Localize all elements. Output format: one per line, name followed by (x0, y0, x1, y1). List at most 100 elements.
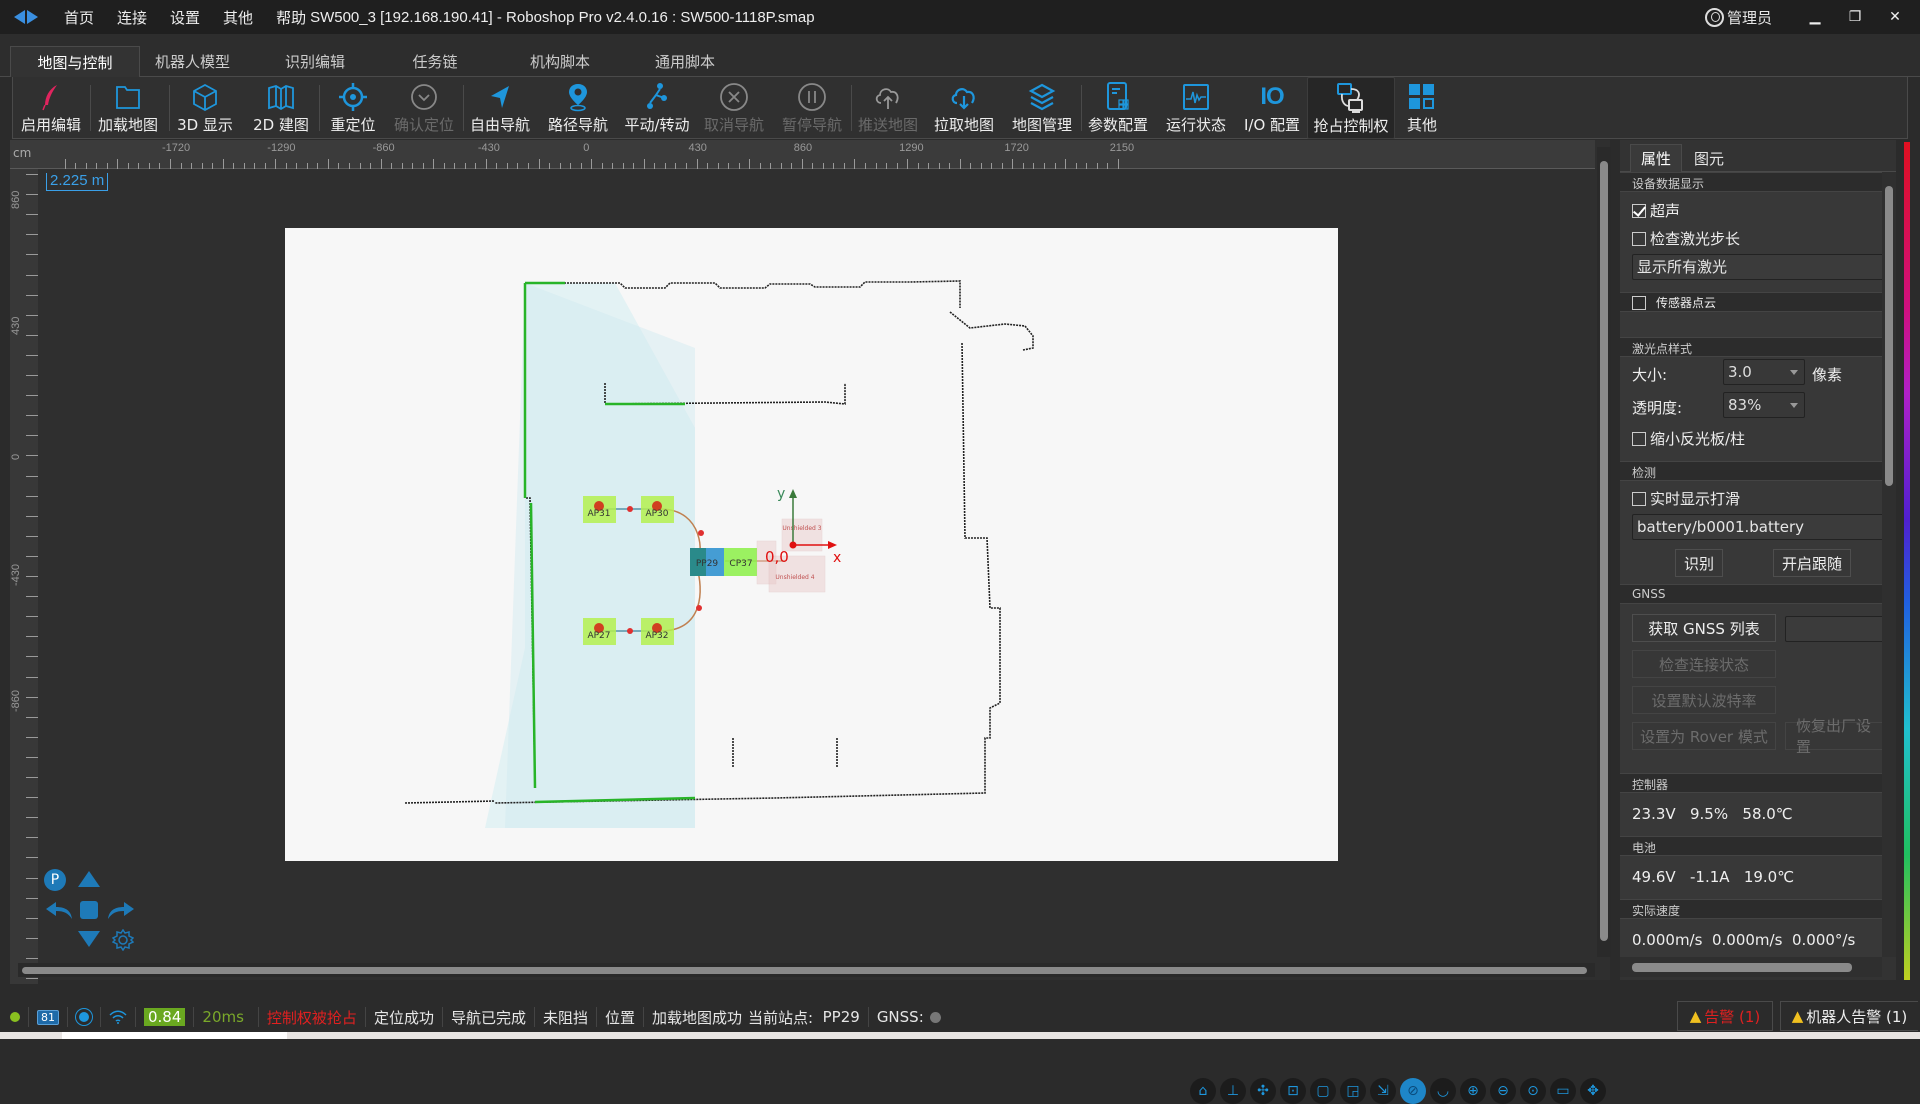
take-control-button[interactable]: 抢占控制权 (1307, 77, 1395, 139)
ruler-tick (26, 395, 38, 397)
user-menu[interactable]: 管理员 (1704, 7, 1772, 28)
map-view[interactable]: cm -1720 -1290 -860 -430 0 430 860 1290 1720 2150… (10, 140, 1610, 1104)
cancel-navigation-button[interactable]: 取消导航 (701, 77, 767, 139)
run-status-button[interactable]: 运行状态 (1163, 77, 1229, 139)
ruler-tick (780, 163, 782, 169)
gnss-list-select[interactable] (1785, 616, 1882, 642)
export-button[interactable]: ⇲ (1370, 1078, 1396, 1104)
ruler-tick (728, 163, 730, 169)
tab-elements[interactable]: 图元 (1686, 144, 1732, 172)
ruler-tick (528, 163, 530, 169)
tab-properties[interactable]: 属性 (1630, 144, 1682, 172)
cast-button[interactable]: ◲ (1340, 1078, 1366, 1104)
factory-reset-button[interactable]: 恢复出厂设置 (1785, 717, 1882, 756)
ruler-tick (496, 163, 498, 169)
3d-display-button[interactable]: 3D 显示 (173, 77, 237, 139)
fit-center-button[interactable]: ✣ (1250, 1078, 1276, 1104)
load-map-button[interactable]: 加载地图 (96, 77, 160, 139)
axes-3d-button[interactable]: ⊥ (1220, 1078, 1246, 1104)
tab-robot-model[interactable]: 机器人模型 (140, 46, 245, 77)
robot-alarm-button[interactable]: ▲ 机器人告警 (1) (1780, 1001, 1918, 1031)
zoom-out-button[interactable]: ⊖ (1490, 1078, 1516, 1104)
map-vertical-scrollbar[interactable] (1597, 147, 1611, 957)
laser-step-checkbox[interactable]: 检查激光步长 (1632, 228, 1740, 249)
map-horizontal-scrollbar[interactable] (18, 963, 1595, 977)
tab-general-script[interactable]: 通用脚本 (635, 46, 735, 77)
sensor-cloud-checkbox[interactable]: 传感器点云 (1632, 294, 1716, 311)
map-canvas[interactable]: AP31 AP30 AP27 AP32 PP29 CP37 Unshielded… (285, 228, 1338, 861)
map-management-button[interactable]: 地图管理 (1009, 77, 1075, 139)
ruler-button[interactable]: ▭ (1550, 1078, 1576, 1104)
realtime-slip-checkbox[interactable]: 实时显示打滑 (1632, 488, 1740, 509)
panel-vertical-scrollbar[interactable] (1882, 172, 1896, 957)
gear-icon[interactable] (112, 929, 134, 951)
move-button[interactable]: ✥ (1580, 1078, 1606, 1104)
station-AP32[interactable]: AP32 (641, 618, 674, 645)
station-CP37[interactable]: CP37 (724, 548, 757, 576)
sync-indicator[interactable] (76, 1007, 101, 1027)
menu-home[interactable]: 首页 (64, 7, 94, 28)
zoom-area-button[interactable]: ⊡ (1280, 1078, 1306, 1104)
menu-settings[interactable]: 设置 (170, 7, 200, 28)
ruler-tick (433, 159, 435, 169)
ruler-tick (26, 475, 38, 477)
laser-display-select[interactable]: 显示所有激光 (1632, 254, 1882, 280)
path-navigation-button[interactable]: 路径导航 (545, 77, 611, 139)
confirm-location-button[interactable]: 确认定位 (391, 77, 457, 139)
zoom-in-icon: ⊕ (1467, 1083, 1479, 1099)
eye-closed-button[interactable]: ◡ (1430, 1078, 1456, 1104)
io-config-button[interactable]: IO I/O 配置 (1239, 77, 1305, 139)
shrink-reflector-checkbox[interactable]: 缩小反光板/柱 (1632, 428, 1745, 449)
translate-rotate-button[interactable]: 平动/转动 (621, 77, 693, 139)
free-navigation-button[interactable]: 自由导航 (467, 77, 533, 139)
push-map-button[interactable]: 推送地图 (855, 77, 921, 139)
size-select[interactable]: 3.0 (1723, 359, 1805, 385)
origin-label: 0,0 (765, 548, 789, 566)
menu-help[interactable]: 帮助 (276, 7, 306, 28)
move-backward-icon[interactable] (78, 931, 100, 947)
ultrasonic-checkbox[interactable]: 超声 (1632, 200, 1680, 221)
other-button[interactable]: 其他 (1399, 77, 1445, 139)
tab-task-chain[interactable]: 任务链 (390, 46, 480, 77)
relocate-button[interactable]: 重定位 (323, 77, 383, 139)
control-status: 控制权被抢占 (267, 1007, 366, 1027)
zoom-reset-button[interactable]: ⊙ (1520, 1078, 1546, 1104)
parameter-config-button[interactable]: 参数配置 (1085, 77, 1151, 139)
laser-toggle-button[interactable]: ⊘ (1400, 1078, 1426, 1104)
close-button[interactable]: ✕ (1880, 9, 1910, 25)
2d-mapping-button[interactable]: 2D 建图 (249, 77, 313, 139)
tab-map-control[interactable]: 地图与控制 (10, 46, 140, 77)
start-follow-button[interactable]: 开启跟随 (1773, 549, 1851, 577)
station-AP31[interactable]: AP31 (583, 496, 616, 523)
set-baud-rate-button[interactable]: 设置默认波特率 (1632, 686, 1776, 714)
get-gnss-list-button[interactable]: 获取 GNSS 列表 (1632, 614, 1776, 642)
set-rover-mode-button[interactable]: 设置为 Rover 模式 (1632, 722, 1776, 750)
stop-icon[interactable] (80, 901, 98, 919)
panel-horizontal-scrollbar[interactable] (1620, 957, 1882, 977)
station-PP29-robot[interactable]: PP29 (690, 548, 724, 576)
pull-map-button[interactable]: 拉取地图 (931, 77, 997, 139)
tab-mechanism-script[interactable]: 机构脚本 (510, 46, 610, 77)
enable-edit-button[interactable]: 启用编辑 (19, 77, 83, 139)
recognize-button[interactable]: 识别 (1675, 549, 1723, 577)
alarm-button[interactable]: ▲ 告警 (1) (1677, 1001, 1773, 1031)
opacity-select[interactable]: 83% (1723, 392, 1805, 418)
detect-file-input[interactable]: battery/b0001.battery (1632, 514, 1882, 540)
tab-recognition-edit[interactable]: 识别编辑 (265, 46, 365, 77)
pause-navigation-button[interactable]: 暂停导航 (779, 77, 845, 139)
check-connection-button[interactable]: 检查连接状态 (1632, 650, 1776, 678)
restore-button[interactable]: ❐ (1840, 9, 1870, 25)
zoom-in-button[interactable]: ⊕ (1460, 1078, 1486, 1104)
move-forward-icon[interactable] (78, 871, 100, 887)
fit-window-button[interactable]: ▢ (1310, 1078, 1336, 1104)
p-mode-button[interactable]: P (44, 869, 66, 891)
minimize-button[interactable]: ▁ (1800, 9, 1830, 25)
rotate-right-icon[interactable] (106, 900, 134, 920)
station-AP30[interactable]: AP30 (641, 496, 674, 523)
rotate-left-icon[interactable] (46, 900, 74, 920)
menu-connect[interactable]: 连接 (117, 7, 147, 28)
tag-button[interactable]: ⌂ (1190, 1078, 1216, 1104)
menu-other[interactable]: 其他 (223, 7, 253, 28)
ruler-tick (75, 163, 77, 169)
station-AP27[interactable]: AP27 (583, 618, 616, 645)
